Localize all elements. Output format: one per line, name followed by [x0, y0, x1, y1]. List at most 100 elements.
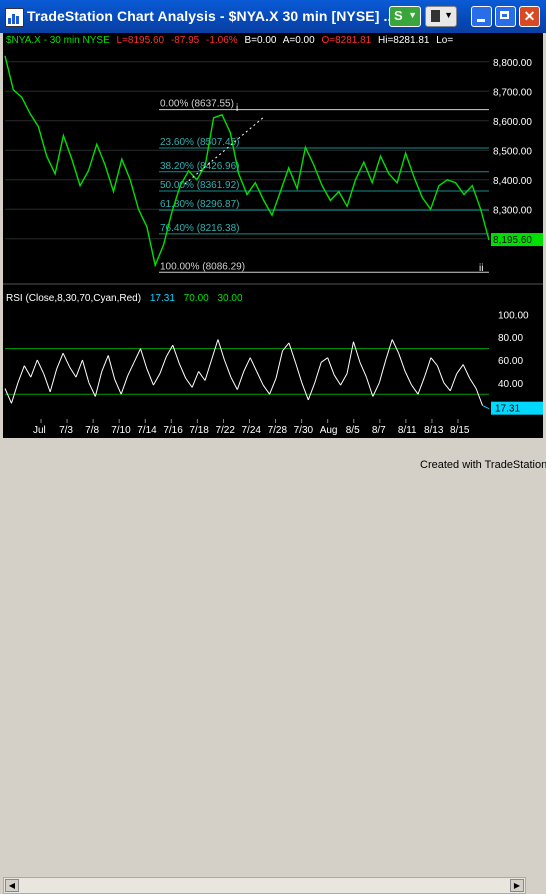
rsi-segment: [49, 368, 58, 393]
rsi-segment: [133, 348, 141, 363]
rsi-segment: [256, 371, 264, 386]
maximize-button[interactable]: [495, 6, 516, 27]
rsi-segment: [385, 339, 393, 361]
date-tick-label: 8/11: [398, 425, 417, 436]
rsi-segment: [249, 357, 258, 372]
rsi-segment: [191, 371, 200, 388]
date-tick-label: 7/8: [85, 425, 99, 436]
rsi-tick-label: 80.00: [498, 333, 523, 344]
rsi-segment: [404, 371, 413, 386]
date-tick-label: 8/7: [372, 425, 386, 436]
rsi-segment: [243, 357, 251, 372]
rsi-value-tag: 17.31: [491, 401, 543, 415]
rsi-segment: [101, 355, 109, 372]
rsi-segment: [262, 384, 270, 395]
scroll-right-icon[interactable]: ▶: [510, 879, 524, 892]
last-price: L=8195.60: [117, 35, 165, 46]
price-change-pct: -1.06%: [206, 35, 238, 46]
rsi-segment: [411, 384, 419, 395]
rsi-segment: [140, 348, 148, 370]
symbol-info: $NYA.X - 30 min NYSE: [6, 35, 110, 46]
price-tick-label: 8,700.00: [493, 87, 532, 98]
rsi-segment: [275, 350, 283, 379]
rsi-segment: [333, 374, 341, 386]
chevron-down-icon: ▼: [444, 10, 453, 20]
rsi-segment: [127, 362, 135, 377]
fib-level-label: 23.60% (8507.45): [160, 137, 240, 148]
chart-area[interactable]: $NYA.X - 30 min NYSE L=8195.60 -87.95 -1…: [3, 33, 543, 457]
rsi-segment: [236, 371, 245, 390]
close-button[interactable]: ✕: [519, 6, 540, 27]
rsi-segment: [223, 359, 232, 378]
rsi-segment: [43, 373, 51, 393]
rsi-segment: [198, 371, 206, 381]
high: Hi=8281.81: [378, 35, 430, 46]
info-dropdown-button[interactable]: ▼: [425, 6, 457, 27]
date-tick-label: 7/22: [215, 425, 235, 436]
rsi-segment: [152, 373, 161, 386]
rsi-segment: [4, 388, 12, 404]
rsi-segment: [482, 405, 490, 410]
wave-label-ii: ii: [479, 263, 483, 274]
fib-level-label: 0.00% (8637.55): [160, 99, 234, 110]
footer-credit: Created with TradeStation: [420, 459, 546, 471]
rsi-segment: [107, 355, 116, 380]
date-tick-label: 7/24: [242, 425, 262, 436]
rsi-segment: [417, 376, 425, 395]
rsi-segment: [69, 366, 77, 378]
minimize-button[interactable]: [471, 6, 492, 27]
rsi-segment: [359, 362, 367, 378]
horizontal-scrollbar[interactable]: ◀ ▶: [3, 877, 526, 894]
date-axis: Jul 7/3 7/8 7/10 7/14 7/16 7/18 7/22 7/24 7/28 7/3…: [33, 419, 470, 436]
rsi-segment: [346, 341, 354, 374]
s-label: S: [394, 8, 403, 23]
rsi-segment: [391, 339, 400, 354]
date-tick-label: 7/16: [163, 425, 183, 436]
date-tick-label: 7/28: [268, 425, 288, 436]
s-dropdown-button[interactable]: S ▼: [389, 6, 421, 27]
rsi-segment: [320, 357, 328, 363]
rsi-segment: [365, 376, 374, 397]
rsi-segment: [146, 368, 154, 386]
rsi-segment: [423, 357, 432, 378]
rsi-title: RSI (Close,8,30,70,Cyan,Red): [6, 293, 141, 304]
rsi-segment: [301, 382, 309, 401]
rsi-segment: [56, 352, 64, 370]
status-bar: ◀ ▶ Created with TradeStation: [0, 438, 546, 894]
date-tick-label: 7/18: [189, 425, 209, 436]
window-title: TradeStation Chart Analysis - $NYA.X 30 …: [27, 8, 396, 24]
date-tick-label: Jul: [33, 425, 46, 436]
rsi-segment: [114, 379, 122, 395]
chart-header: $NYA.X - 30 min NYSE L=8195.60 -87.95 -1…: [6, 35, 453, 46]
price-axis: 8,800.00 8,700.00 8,600.00 8,500.00 8,400.00…: [493, 58, 532, 246]
date-tick-label: 8/13: [424, 425, 444, 436]
rsi-segment: [75, 359, 83, 378]
rsi-segment: [62, 352, 70, 368]
rsi-segment: [288, 342, 296, 363]
ask: A=0.00: [283, 35, 315, 46]
rsi-segment: [294, 362, 303, 383]
scroll-left-icon[interactable]: ◀: [5, 879, 19, 892]
rsi-segment: [269, 378, 277, 395]
rsi-segment: [469, 377, 477, 389]
bid: B=0.00: [244, 35, 276, 46]
last-price-tag: 8,195.60: [491, 233, 543, 247]
date-tick-label: 7/10: [111, 425, 131, 436]
window-title-bar[interactable]: TradeStation Chart Analysis - $NYA.X 30 …: [0, 0, 546, 33]
price-tick-label: 8,400.00: [493, 176, 532, 187]
rsi-value-tag-text: 17.31: [495, 404, 520, 415]
rsi-segment: [185, 377, 193, 388]
rsi-tick-label: 40.00: [498, 379, 523, 390]
rsi-segment: [449, 373, 458, 391]
rsi-segment: [217, 339, 225, 361]
rsi-tick-label: 60.00: [498, 356, 523, 367]
rsi-segment: [340, 373, 348, 386]
rsi-segment: [165, 344, 174, 357]
rsi-segment: [172, 345, 180, 364]
rsi-segment: [436, 365, 445, 383]
date-tick-label: 7/30: [294, 425, 314, 436]
document-icon: [431, 10, 440, 22]
fib-level-label: 50.00% (8361.92): [160, 180, 240, 191]
rsi-segment: [443, 382, 451, 392]
rsi-segment: [307, 382, 316, 401]
